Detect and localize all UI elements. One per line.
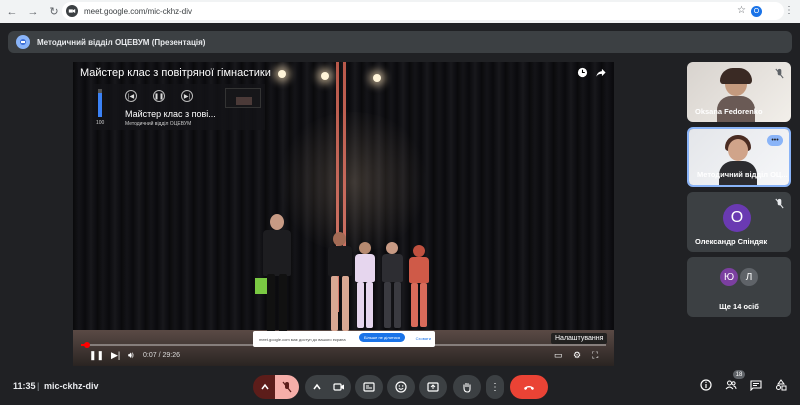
volume-slider[interactable] [98,89,102,117]
more-participants-label: Ще 14 осіб [719,302,759,311]
play-pause-icon[interactable]: ❚❚ [89,350,104,361]
separator: | [37,381,40,391]
mini-player-thumbnail [225,88,261,108]
presentation-title: Методичний відділ ОЦЕВУМ (Презентація) [37,37,206,47]
shared-screen-video[interactable]: Майстер клас з повітряної гімнастики 100… [73,62,614,366]
participant-video [728,139,748,161]
participant-tile[interactable]: Oksana Fedorenko [687,62,791,122]
progress-bar[interactable] [81,342,606,348]
participant-name: Олександр Спіндяк [695,237,768,246]
watch-later-icon[interactable] [577,67,588,78]
profile-avatar[interactable]: O [751,6,762,17]
mic-toggle-button[interactable] [275,375,299,399]
meeting-time: 11:35 [13,381,36,391]
people-button[interactable] [724,378,738,392]
meeting-code: mic-ckhz-div [44,381,99,391]
duration: 29:26 [162,352,180,359]
participants-count-badge: 18 [733,370,745,379]
activities-icon [776,379,787,391]
forward-icon[interactable]: → [24,3,42,21]
more-options-icon[interactable]: ••• [767,135,783,146]
chat-icon [750,380,762,391]
more-vert-icon: ⋮ [490,381,500,393]
fullscreen-exit-icon[interactable]: ⛶ [592,350,598,361]
participant-name: Методичний відділ ОЦ... [697,170,788,179]
mini-player[interactable]: 100 |◀ ❚❚ ▶| Майстер клас з пові... Мето… [93,84,265,130]
captions-icon [363,382,375,392]
stop-sharing-button[interactable]: Більше не ділитися [359,333,406,342]
camera-icon [333,383,344,391]
stage-spotlight [278,70,286,78]
reload-icon[interactable]: ↻ [45,3,63,21]
participant-tile-active[interactable]: ••• Методичний відділ ОЦ... [687,127,791,187]
meeting-controls-bar: 11:35 | mic-ckhz-div ⋮ [0,370,800,405]
meeting-info-button[interactable] [699,378,713,392]
participant-tile[interactable]: О Олександр Спіндяк [687,192,791,252]
current-time: 0:07 [143,352,157,359]
video-title[interactable]: Майстер клас з повітряної гімнастики [80,67,271,79]
back-icon[interactable]: ← [3,3,21,21]
stage-spotlight [321,72,329,80]
settings-tooltip: Налаштування [551,333,608,344]
browser-toolbar: ← → ↻ meet.google.com/mic-ckhz-div ☆ O ⋮ [0,0,800,23]
hide-toast-link[interactable]: Сховати [416,336,431,341]
previous-icon[interactable]: |◀ [125,90,137,102]
mini-player-channel: Методичний відділ ОЦЕВУМ [125,121,192,127]
next-icon[interactable]: ▶| [181,90,193,102]
participant-name: Oksana Fedorenko [695,107,763,116]
avatar: О [723,204,751,232]
more-participants-tile[interactable]: Ю Л Ще 14 осіб [687,257,791,317]
subtitles-icon[interactable]: ▭ [554,350,563,361]
camera-options-button[interactable] [305,375,329,399]
presentation-banner: Методичний відділ ОЦЕВУМ (Презентація) [8,31,792,53]
video-time: 0:07 / 29:26 [143,352,180,359]
hang-up-icon [524,386,534,390]
info-icon [700,379,712,391]
avatar: Л [740,268,758,286]
more-options-button[interactable]: ⋮ [486,375,504,399]
mic-off-icon [775,198,784,209]
browser-menu-icon[interactable]: ⋮ [784,5,794,16]
mic-options-button[interactable] [253,375,277,399]
stage-spotlight [373,74,381,82]
pause-icon[interactable]: ❚❚ [153,90,165,102]
hand-icon [463,383,471,393]
volume-value: 100 [96,120,105,126]
leave-call-button[interactable] [510,375,548,399]
url-text: meet.google.com/mic-ckhz-div [84,6,193,16]
avatar: Ю [720,268,738,286]
raise-hand-button[interactable] [453,375,481,399]
activities-button[interactable] [774,378,788,392]
people-icon [725,380,737,390]
address-bar[interactable]: meet.google.com/mic-ckhz-div ☆ O [62,2,784,20]
mini-player-title: Майстер клас з пові... [125,109,216,119]
mic-off-icon [282,381,292,393]
present-icon [427,382,439,392]
reactions-button[interactable] [387,375,415,399]
settings-gear-icon[interactable]: ⚙ [573,350,581,361]
share-icon[interactable] [595,67,607,78]
stage-light-glow [273,112,433,252]
presenter-avatar [16,35,30,49]
chat-button[interactable] [749,378,763,392]
volume-icon[interactable]: 🔊︎ [128,350,134,361]
emoji-icon [395,381,407,393]
bookmark-star-icon[interactable]: ☆ [737,5,746,16]
captions-button[interactable] [355,375,383,399]
mic-off-icon [775,68,784,79]
chevron-up-icon [261,383,269,390]
present-screen-button[interactable] [419,375,447,399]
camera-toggle-button[interactable] [327,375,351,399]
next-video-icon[interactable]: ▶| [111,350,120,361]
camera-site-icon [66,5,78,17]
toast-text: meet.google.com має доступ до вашого екр… [259,336,346,342]
chevron-up-icon [313,383,321,390]
